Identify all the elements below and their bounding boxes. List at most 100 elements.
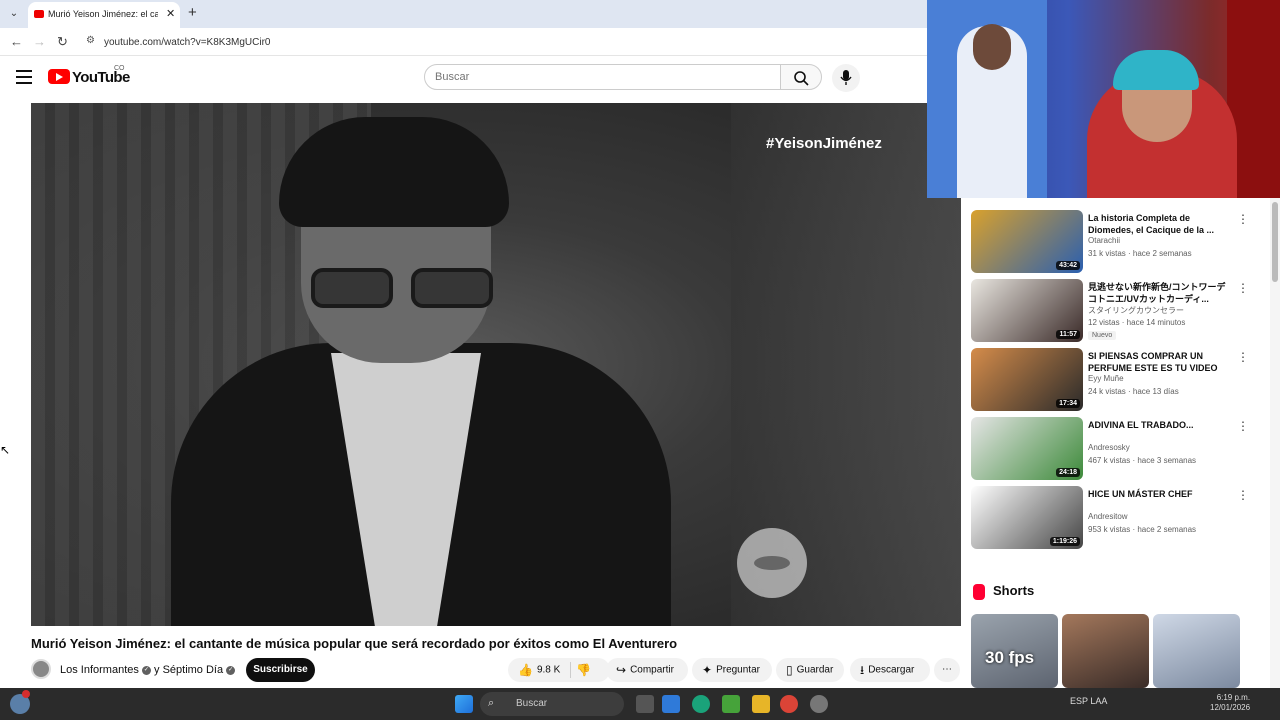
recommendation-channel[interactable]: Andresosky [1088,443,1130,452]
more-options-icon[interactable]: ⋮ [1237,212,1249,226]
recommendation-stats: 12 vistas · hace 14 minutos [1088,318,1186,327]
menu-icon[interactable] [16,70,32,84]
sparkle-icon: ✦ [702,663,713,677]
tab-list-chevron-icon[interactable]: ⌄ [6,6,22,22]
more-options-icon[interactable]: ⋮ [1237,488,1249,502]
reload-icon[interactable]: ↻ [57,34,68,50]
download-icon: ⭳ [860,663,865,677]
recommendation-stats: 467 k vistas · hace 3 semanas [1088,456,1197,465]
subscribe-button[interactable]: Suscribirse [246,658,315,682]
recommendation-item[interactable]: 17:34 SI PIENSAS COMPRAR UN PERFUME ESTE … [971,348,1271,412]
recommendation-stats: 31 k vistas · hace 2 semanas [1088,249,1192,258]
edge-icon[interactable] [692,695,710,713]
save-label: Guardar [796,664,834,676]
person-hair [279,117,509,227]
recommendation-item[interactable]: 11:57 見逃せない新作新色/コントワーデコトニエ/UVカットカーディ... スタ… [971,279,1271,343]
omnibox[interactable]: ⚙ youtube.com/watch?v=K8K3MgUCir0 [80,31,920,53]
store-icon[interactable] [662,695,680,713]
video-hashtag: #YeisonJiménez [766,135,882,152]
notification-badge [22,690,30,698]
more-icon: ⋯ [942,664,952,675]
video-duration: 1:19:26 [1049,537,1080,546]
like-divider [570,662,571,678]
recommendations-sidebar: 43:42 La historia Completa de Diomedes, e… [962,198,1280,688]
search-button[interactable] [780,64,822,90]
video-player[interactable]: #YeisonJiménez [31,103,961,626]
nvidia-icon[interactable] [722,695,740,713]
verified-icon: ✓ [141,665,151,675]
microphone-icon [840,70,852,85]
webcam-child-head [973,24,1011,70]
channel-link[interactable]: Los Informantes [60,664,139,676]
dislike-icon[interactable]: 👎 [576,658,591,682]
tab-close-icon[interactable]: ✕ [166,7,175,20]
save-button[interactable]: ▯ Guardar [776,658,844,682]
recommendation-item[interactable]: 43:42 La historia Completa de Diomedes, e… [971,210,1271,274]
new-tab-icon[interactable]: + [188,4,197,21]
recommendation-channel[interactable]: Eyy Muñe [1088,374,1124,383]
country-code: CO [114,65,125,72]
file-explorer-icon[interactable] [752,695,770,713]
channel-avatar[interactable] [31,659,51,679]
tab-title: Murió Yeison Jiménez: el cantan... [48,9,158,19]
system-tray[interactable]: ESP LAA [1070,696,1107,706]
video-duration: 17:34 [1056,399,1080,408]
video-title: Murió Yeison Jiménez: el cantante de mús… [31,636,678,651]
video-thumbnail[interactable]: 17:34 [971,348,1083,411]
new-badge: Nuevo [1088,331,1117,340]
recommendation-title[interactable]: La historia Completa de Diomedes, el Cac… [1088,212,1228,236]
ask-button[interactable]: ✦ Preguntar [692,658,772,682]
like-dislike-group: 👍 9.8 K 👎 [508,658,610,682]
more-options-icon[interactable]: ⋮ [1237,281,1249,295]
download-button[interactable]: ⭳ Descargar [850,658,930,682]
sidebar-scrollbar[interactable] [1270,198,1280,688]
taskbar-search-icon: ⌕ [488,697,495,709]
recommendation-title[interactable]: 見逃せない新作新色/コントワーデコトニエ/UVカットカーディ... [1088,281,1228,305]
recommendation-stats: 953 k vistas · hace 2 semanas [1088,525,1197,534]
youtube-header: YouTube CO [0,56,930,100]
bookmark-icon: ▯ [786,663,793,677]
more-options-icon[interactable]: ⋮ [1237,350,1249,364]
recommendation-channel[interactable]: Andresitow [1088,512,1128,521]
short-thumbnail[interactable]: 30 fps [971,614,1058,688]
search-icon [794,71,809,86]
more-actions-button[interactable]: ⋯ [934,658,960,682]
video-thumbnail[interactable]: 24:18 [971,417,1083,480]
channel-names: Los Informantes ✓ y Séptimo Día ✓ [60,664,236,676]
recommendation-channel[interactable]: スタイリングカウンセラー [1088,305,1184,316]
recommendation-item[interactable]: 1:19:26 HICE UN MÁSTER CHEF Andresitow 953 … [971,486,1271,550]
like-count[interactable]: 9.8 K [537,665,560,676]
task-view-icon[interactable] [636,695,654,713]
collab-channel-link[interactable]: Séptimo Día [163,664,224,676]
back-icon[interactable]: ← [10,34,23,49]
search-input[interactable] [424,64,781,90]
video-thumbnail[interactable]: 43:42 [971,210,1083,273]
recommendation-title[interactable]: ADIVINA EL TRABADO... [1088,419,1228,431]
video-thumbnail[interactable]: 11:57 [971,279,1083,342]
clock-date: 12/01/2026 [1210,703,1251,712]
browser-tab[interactable]: Murió Yeison Jiménez: el cantan... ✕ [28,2,180,28]
recommendation-title[interactable]: SI PIENSAS COMPRAR UN PERFUME ESTE ES TU… [1088,350,1228,374]
collab-joiner: y [154,664,160,676]
windows-start-icon[interactable] [455,695,473,713]
windows-taskbar: ⌕ Buscar ESP LAA 6:19 p.m. 12/01/2026 [0,688,1280,720]
url-text: youtube.com/watch?v=K8K3MgUCir0 [104,37,271,48]
share-button[interactable]: ↪ Compartir [606,658,688,682]
forward-icon[interactable]: → [33,34,46,49]
recommendation-channel[interactable]: Otarachii [1088,236,1120,245]
more-options-icon[interactable]: ⋮ [1237,419,1249,433]
like-icon[interactable]: 👍 [518,658,533,682]
recommendation-title[interactable]: HICE UN MÁSTER CHEF [1088,488,1228,500]
chrome-icon[interactable] [780,695,798,713]
site-info-icon[interactable]: ⚙ [86,35,95,46]
taskbar-search[interactable]: ⌕ Buscar [480,692,624,716]
short-thumbnail[interactable] [1153,614,1240,688]
shorts-icon [973,584,985,600]
obs-icon[interactable] [810,695,828,713]
short-thumbnail[interactable] [1062,614,1149,688]
recommendation-item[interactable]: 24:18 ADIVINA EL TRABADO... Andresosky 467 … [971,417,1271,481]
scrollbar-thumb[interactable] [1272,202,1278,282]
video-thumbnail[interactable]: 1:19:26 [971,486,1083,549]
voice-search-button[interactable] [832,64,860,92]
taskbar-clock[interactable]: 6:19 p.m. 12/01/2026 [1210,693,1250,713]
